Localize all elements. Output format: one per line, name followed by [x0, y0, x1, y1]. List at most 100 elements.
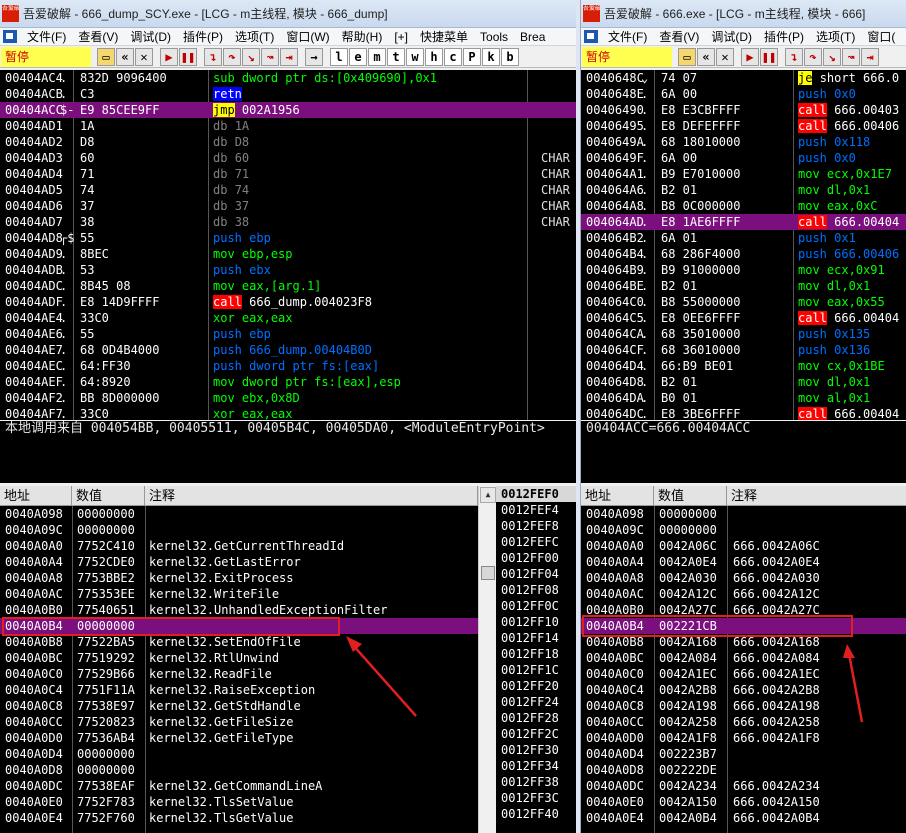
cpu-row[interactable]: 004064A8. B8 0C000000 mov eax,0xC — [581, 198, 906, 214]
header-value[interactable]: 数值 — [72, 486, 145, 506]
cpu-row[interactable]: 00404AE7. 68 0D4B4000 push 666_dump.00404B… — [0, 342, 576, 358]
stack-address[interactable]: 0012FF30 — [496, 742, 576, 758]
toolbar-window-button[interactable]: c — [444, 47, 462, 66]
dump-row[interactable]: 0040A0A4 0042A0E4 666.0042A0E4 — [581, 554, 906, 570]
menu-item[interactable]: 窗口(W) — [280, 28, 335, 45]
cpu-row[interactable]: 0040649A. 68 18010000 push 0x118 — [581, 134, 906, 150]
rewind-icon[interactable]: « — [697, 47, 715, 66]
cpu-row[interactable]: 00404AD6 37 db 37 CHAR — [0, 198, 576, 214]
cpu-row[interactable]: 00404AD5 74 db 74 CHAR — [0, 182, 576, 198]
stack-address[interactable]: 0012FEF0 — [496, 486, 576, 502]
menu-item[interactable]: 帮助(H) — [336, 28, 389, 45]
dump-row[interactable]: 0040A0B4 00000000 — [0, 618, 478, 634]
cpu-row[interactable]: 00404AD7 38 db 38 CHAR — [0, 214, 576, 230]
step-over-icon[interactable]: ↷ — [804, 47, 822, 66]
cpu-row[interactable]: 00404AE4. 33C0 xor eax,eax — [0, 310, 576, 326]
stack-address[interactable]: 0012FEFC — [496, 534, 576, 550]
stack-address-pane[interactable]: 0012FEF0 0012FEF4 0012FEF8 0012FEFC 0012FF00… — [496, 486, 576, 833]
cpu-row[interactable]: 00404AD3 60 db 60 CHAR — [0, 150, 576, 166]
step-over-icon[interactable]: ↷ — [223, 47, 241, 66]
cpu-row[interactable]: 004064CF. 68 36010000 push 0x136 — [581, 342, 906, 358]
cpu-row[interactable]: 0040648C ⌄ 74 07 je short 666.0 — [581, 70, 906, 86]
dump-row[interactable]: 0040A0B8 77522BA5 kernel32.SetEndOfFile — [0, 634, 478, 650]
dump-row[interactable]: 0040A0E0 7752F783 kernel32.TlsSetValue — [0, 794, 478, 810]
dump-row[interactable]: 0040A0CC 77520823 kernel32.GetFileSize — [0, 714, 478, 730]
stack-address[interactable]: 0012FF10 — [496, 614, 576, 630]
cpu-row[interactable]: 00404ADB. 53 push ebx — [0, 262, 576, 278]
dump-row[interactable]: 0040A0BC 77519292 kernel32.RtlUnwind — [0, 650, 478, 666]
close-icon[interactable]: ✕ — [716, 47, 734, 66]
dump-row[interactable]: 0040A0B0 77540651 kernel32.UnhandledExcept… — [0, 602, 478, 618]
system-menu-icon[interactable] — [3, 30, 17, 43]
cpu-row[interactable]: 004064B2. 6A 01 push 0x1 — [581, 230, 906, 246]
menu-item[interactable]: [+] — [388, 30, 414, 44]
toolbar-window-button[interactable]: h — [425, 47, 443, 66]
dump-row[interactable]: 0040A0B4 002221CB — [581, 618, 906, 634]
stack-address[interactable]: 0012FF08 — [496, 582, 576, 598]
cpu-row[interactable]: 00404AEC. 64:FF30 push dword ptr fs:[eax] — [0, 358, 576, 374]
toolbar-window-button[interactable]: w — [406, 47, 424, 66]
trace-into-icon[interactable]: ↘ — [242, 47, 260, 66]
cpu-row[interactable]: 00404AD1 1A db 1A — [0, 118, 576, 134]
cpu-row[interactable]: 004064B4. 68 286F4000 push 666.00406 — [581, 246, 906, 262]
cpu-row[interactable]: 004064C0. B8 55000000 mov eax,0x55 — [581, 294, 906, 310]
system-menu-icon[interactable] — [584, 30, 598, 43]
cpu-row[interactable]: 00404AEF. 64:8920 mov dword ptr fs:[eax],e… — [0, 374, 576, 390]
dump-row[interactable]: 0040A0D4 00000000 — [0, 746, 478, 762]
cpu-row[interactable]: 004064C5. E8 0EE6FFFF call 666.00404 — [581, 310, 906, 326]
menu-item[interactable]: 窗口( — [861, 28, 901, 45]
cpu-row[interactable]: 00404ADF. E8 14D9FFFF call 666_dump.004023… — [0, 294, 576, 310]
dump-scrollbar[interactable]: ▲ — [478, 486, 496, 833]
dump-row[interactable]: 0040A0C0 0042A1EC 666.0042A1EC — [581, 666, 906, 682]
cpu-row[interactable]: 00404ADC. 8B45 08 mov eax,[arg.1] — [0, 278, 576, 294]
left-cpu-disassembly-pane[interactable]: 00404AC4. 832D 9096400 sub dword ptr ds:[0… — [0, 70, 576, 420]
open-file-icon[interactable]: ▭ — [678, 47, 696, 66]
dump-row[interactable]: 0040A0C0 77529B66 kernel32.ReadFile — [0, 666, 478, 682]
run-icon[interactable]: ▶ — [160, 47, 178, 66]
menu-item[interactable]: 文件(F) — [602, 28, 653, 45]
menu-item[interactable]: 文件(F) — [21, 28, 72, 45]
scroll-thumb[interactable] — [481, 566, 495, 580]
cpu-row[interactable]: 004064D8. B2 01 mov dl,0x1 — [581, 374, 906, 390]
step-into-icon[interactable]: ↴ — [204, 47, 222, 66]
dump-row[interactable]: 0040A0C8 0042A198 666.0042A198 — [581, 698, 906, 714]
stack-address[interactable]: 0012FEF8 — [496, 518, 576, 534]
dump-row[interactable]: 0040A0E4 7752F760 kernel32.TlsGetValue — [0, 810, 478, 826]
cpu-row[interactable]: 00404AE6. 55 push ebp — [0, 326, 576, 342]
cpu-row[interactable]: 00406490. E8 E3CBFFFF call 666.00403 — [581, 102, 906, 118]
dump-row[interactable]: 0040A0DC 0042A234 666.0042A234 — [581, 778, 906, 794]
dump-row[interactable]: 0040A098 00000000 — [581, 506, 906, 522]
cpu-row[interactable]: 00404AF7. 33C0 xor eax,eax — [0, 406, 576, 420]
dump-row[interactable]: 0040A0D8 00000000 — [0, 762, 478, 778]
dump-row[interactable]: 0040A0DC 77538EAF kernel32.GetCommandLineA — [0, 778, 478, 794]
dump-row[interactable]: 0040A0A0 0042A06C 666.0042A06C — [581, 538, 906, 554]
dump-row[interactable]: 0040A0E4 0042A0B4 666.0042A0B4 — [581, 810, 906, 826]
cpu-row[interactable]: 004064A6. B2 01 mov dl,0x1 — [581, 182, 906, 198]
right-memory-dump-pane[interactable]: 0040A098 00000000 0040A09C 00000000 0040A0A0… — [581, 506, 906, 833]
header-comment[interactable]: 注释 — [145, 486, 478, 506]
cpu-row[interactable]: 00404AD8 ┌$ 55 push ebp — [0, 230, 576, 246]
header-comment[interactable]: 注释 — [727, 486, 906, 506]
run-icon[interactable]: ▶ — [741, 47, 759, 66]
cpu-row[interactable]: 004064AD. E8 1AE6FFFF call 666.00404 — [581, 214, 906, 230]
dump-row[interactable]: 0040A0D0 77536AB4 kernel32.GetFileType — [0, 730, 478, 746]
cpu-row[interactable]: 00404AC4. 832D 9096400 sub dword ptr ds:[0… — [0, 70, 576, 86]
menu-item[interactable]: 插件(P) — [758, 28, 810, 45]
cpu-row[interactable]: 0040648E. 6A 00 push 0x0 — [581, 86, 906, 102]
menu-item[interactable]: Brea — [514, 30, 551, 44]
stack-address[interactable]: 0012FF28 — [496, 710, 576, 726]
trace-over-icon[interactable]: ↝ — [261, 47, 279, 66]
execute-till-return-icon[interactable]: ⇥ — [280, 47, 298, 66]
menu-item[interactable]: 插件(P) — [177, 28, 229, 45]
dump-row[interactable]: 0040A0C4 0042A2B8 666.0042A2B8 — [581, 682, 906, 698]
stack-address[interactable]: 0012FF40 — [496, 806, 576, 822]
toolbar-window-button[interactable]: k — [482, 47, 500, 66]
dump-row[interactable]: 0040A0D8 002222DE — [581, 762, 906, 778]
menu-item[interactable]: 选项(T) — [810, 28, 861, 45]
cpu-row[interactable]: 00406495. E8 DEFEFFFF call 666.00406 — [581, 118, 906, 134]
stack-address[interactable]: 0012FEF4 — [496, 502, 576, 518]
toolbar-window-button[interactable]: b — [501, 47, 519, 66]
header-address[interactable]: 地址 — [581, 486, 654, 506]
cpu-row[interactable]: 00404ACC $- E9 85CEE9FF jmp 002A1956 — [0, 102, 576, 118]
pause-icon[interactable]: ❚❚ — [760, 47, 778, 66]
